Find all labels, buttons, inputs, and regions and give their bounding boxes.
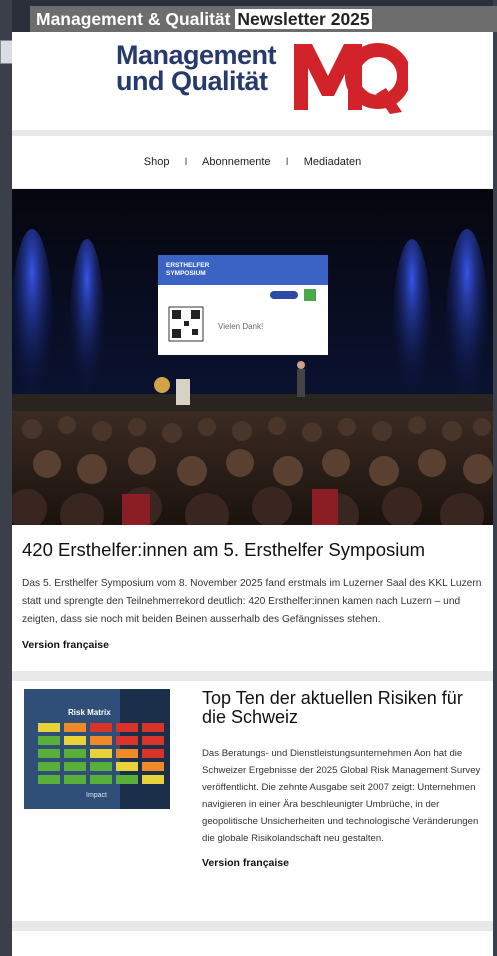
mq-logo-icon xyxy=(294,43,408,114)
background-window-edge xyxy=(493,0,497,956)
background-window xyxy=(0,0,12,956)
symposium-photo: ERSTHELFER SYMPOSIUM Vielen Dank! xyxy=(12,189,493,525)
article-ersthelfer: 420 Ersthelfer:innen am 5. Ersthelfer Sy… xyxy=(12,525,493,659)
nav-link-shop[interactable]: Shop xyxy=(144,156,170,168)
brand-line-1: Management xyxy=(116,40,277,70)
top-navigation: Shop I Abonnemente I Mediadaten xyxy=(12,136,493,189)
hero-image[interactable]: ERSTHELFER SYMPOSIUM Vielen Dank! xyxy=(12,189,493,525)
newsletter-email: Management und Qualität Shop I Abonnemen… xyxy=(12,32,493,956)
article-body: Das Beratungs- und Dienstleistungsuntern… xyxy=(202,748,481,844)
version-francaise-link[interactable]: Version française xyxy=(202,857,490,869)
article-body: Das 5. Ersthelfer Symposium vom 8. Novem… xyxy=(22,578,482,625)
risk-matrix-thumbnail[interactable]: Risk Matrix Impact xyxy=(24,689,170,809)
nav-link-abonnemente[interactable]: Abonnemente xyxy=(202,156,271,168)
thumb-title: Risk Matrix xyxy=(68,708,111,717)
section-divider xyxy=(12,921,493,931)
brand-wordmark: Management und Qualität xyxy=(116,40,277,96)
newsletter-header: Management und Qualität xyxy=(12,32,493,136)
article-top-ten-risiken: Risk Matrix Impact Top Ten der aktuellen… xyxy=(12,681,493,921)
window-title-banner: Management & Qualität Newsletter 2025 xyxy=(30,6,497,32)
thumb-axis-label: Impact xyxy=(86,792,107,799)
article-title[interactable]: Top Ten der aktuellen Risiken für die Sc… xyxy=(202,689,490,727)
nav-separator: I xyxy=(285,156,289,168)
nav-link-mediadaten[interactable]: Mediadaten xyxy=(304,156,362,168)
screen-thanks-text: Vielen Dank! xyxy=(218,322,263,331)
screen-title-line-2: SYMPOSIUM xyxy=(166,270,206,277)
banner-title-part-1: Management & Qualität xyxy=(36,9,236,29)
nav-separator: I xyxy=(184,156,188,168)
banner-title-part-2: Newsletter 2025 xyxy=(235,9,372,29)
article-title[interactable]: 420 Ersthelfer:innen am 5. Ersthelfer Sy… xyxy=(22,539,483,561)
article-content: Top Ten der aktuellen Risiken für die Sc… xyxy=(202,689,490,870)
screen-title-line-1: ERSTHELFER xyxy=(166,262,210,269)
section-divider xyxy=(12,671,493,681)
version-francaise-link[interactable]: Version française xyxy=(22,639,483,651)
brand-line-2: und Qualität xyxy=(116,66,268,96)
